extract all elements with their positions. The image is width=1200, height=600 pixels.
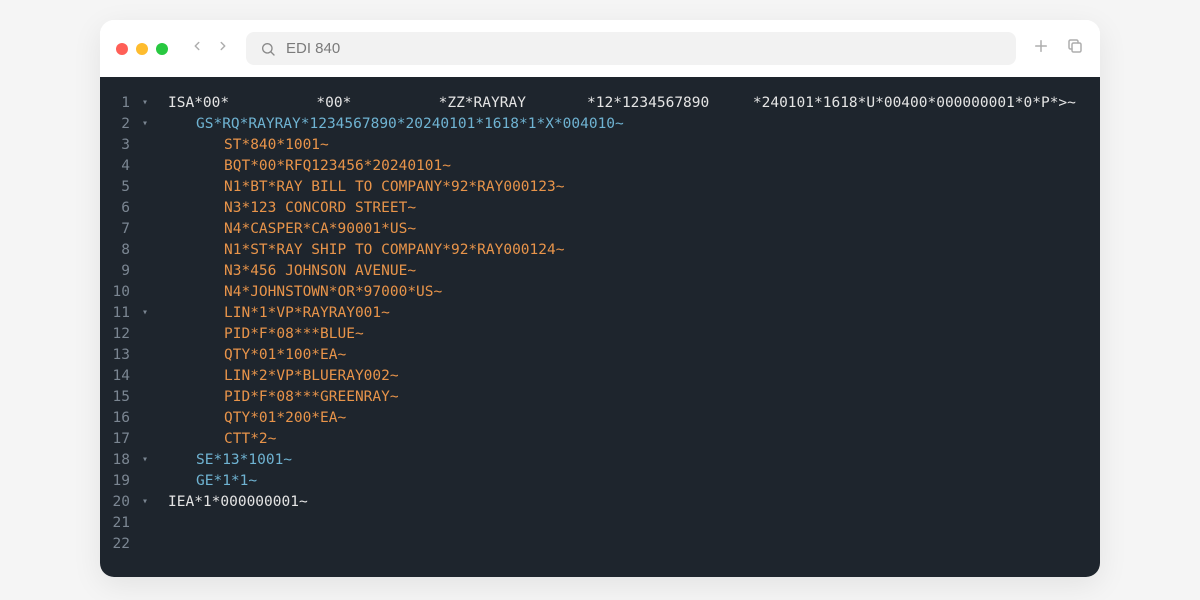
- copy-button[interactable]: [1066, 37, 1084, 60]
- code-text: GS*RQ*RAYRAY*1234567890*20240101*1618*1*…: [168, 114, 624, 135]
- line-number: 18: [100, 450, 140, 471]
- titlebar: [100, 20, 1100, 77]
- code-line: 6 N3*123 CONCORD STREET~: [100, 198, 1100, 219]
- code-line: 19 GE*1*1~: [100, 471, 1100, 492]
- code-text: LIN*1*VP*RAYRAY001~: [168, 303, 390, 324]
- nav-forward-button[interactable]: [216, 39, 230, 58]
- code-line: 7 N4*CASPER*CA*90001*US~: [100, 219, 1100, 240]
- code-line: 11 ▾ LIN*1*VP*RAYRAY001~: [100, 303, 1100, 324]
- line-number: 19: [100, 471, 140, 492]
- nav-back-button[interactable]: [190, 39, 204, 58]
- code-text: N3*456 JOHNSON AVENUE~: [168, 261, 416, 282]
- code-line: 21: [100, 513, 1100, 534]
- code-line: 15 PID*F*08***GREENRAY~: [100, 387, 1100, 408]
- line-number: 5: [100, 177, 140, 198]
- minimize-window-button[interactable]: [136, 43, 148, 55]
- code-text: CTT*2~: [168, 429, 276, 450]
- code-line: 4 BQT*00*RFQ123456*20240101~: [100, 156, 1100, 177]
- close-window-button[interactable]: [116, 43, 128, 55]
- maximize-window-button[interactable]: [156, 43, 168, 55]
- code-line: 17 CTT*2~: [100, 429, 1100, 450]
- code-text: PID*F*08***GREENRAY~: [168, 387, 399, 408]
- code-line: 22: [100, 534, 1100, 555]
- code-text: QTY*01*200*EA~: [168, 408, 346, 429]
- editor-window: 1 ▾ ISA*00* *00* *ZZ*RAYRAY *12*12345678…: [100, 20, 1100, 577]
- fold-toggle[interactable]: ▾: [142, 495, 148, 510]
- code-text: GE*1*1~: [168, 471, 257, 492]
- traffic-lights: [116, 43, 168, 55]
- line-number: 16: [100, 408, 140, 429]
- code-line: 16 QTY*01*200*EA~: [100, 408, 1100, 429]
- line-number: 21: [100, 513, 140, 534]
- fold-toggle[interactable]: ▾: [142, 117, 148, 132]
- code-line: 8 N1*ST*RAY SHIP TO COMPANY*92*RAY000124…: [100, 240, 1100, 261]
- line-number: 15: [100, 387, 140, 408]
- code-line: 2 ▾ GS*RQ*RAYRAY*1234567890*20240101*161…: [100, 114, 1100, 135]
- line-number: 10: [100, 282, 140, 303]
- line-number: 1: [100, 93, 140, 114]
- code-line: 1 ▾ ISA*00* *00* *ZZ*RAYRAY *12*12345678…: [100, 93, 1100, 114]
- code-text: N4*JOHNSTOWN*OR*97000*US~: [168, 282, 442, 303]
- line-number: 14: [100, 366, 140, 387]
- line-number: 17: [100, 429, 140, 450]
- fold-toggle[interactable]: ▾: [142, 306, 148, 321]
- code-text: BQT*00*RFQ123456*20240101~: [168, 156, 451, 177]
- chevron-left-icon: [190, 39, 204, 53]
- code-text: PID*F*08***BLUE~: [168, 324, 364, 345]
- code-text: N1*BT*RAY BILL TO COMPANY*92*RAY000123~: [168, 177, 564, 198]
- plus-icon: [1032, 37, 1050, 55]
- line-number: 13: [100, 345, 140, 366]
- titlebar-actions: [1032, 37, 1084, 60]
- code-text: ISA*00* *00* *ZZ*RAYRAY *12*1234567890 *…: [168, 93, 1076, 114]
- line-number: 3: [100, 135, 140, 156]
- code-line: 10 N4*JOHNSTOWN*OR*97000*US~: [100, 282, 1100, 303]
- new-tab-button[interactable]: [1032, 37, 1050, 60]
- code-text: N4*CASPER*CA*90001*US~: [168, 219, 416, 240]
- code-editor[interactable]: 1 ▾ ISA*00* *00* *ZZ*RAYRAY *12*12345678…: [100, 77, 1100, 577]
- code-line: 18 ▾ SE*13*1001~: [100, 450, 1100, 471]
- line-number: 11: [100, 303, 140, 324]
- code-line: 9 N3*456 JOHNSON AVENUE~: [100, 261, 1100, 282]
- code-text: N1*ST*RAY SHIP TO COMPANY*92*RAY000124~: [168, 240, 564, 261]
- line-number: 8: [100, 240, 140, 261]
- line-number: 2: [100, 114, 140, 135]
- fold-toggle[interactable]: ▾: [142, 453, 148, 468]
- line-number: 12: [100, 324, 140, 345]
- line-number: 22: [100, 534, 140, 555]
- code-text: SE*13*1001~: [168, 450, 292, 471]
- code-line: 20 ▾ IEA*1*000000001~: [100, 492, 1100, 513]
- copy-icon: [1066, 37, 1084, 55]
- code-line: 3 ST*840*1001~: [100, 135, 1100, 156]
- code-line: 12 PID*F*08***BLUE~: [100, 324, 1100, 345]
- search-icon: [260, 41, 276, 57]
- code-line: 13 QTY*01*100*EA~: [100, 345, 1100, 366]
- nav-arrows: [190, 39, 230, 58]
- code-line: 14 LIN*2*VP*BLUERAY002~: [100, 366, 1100, 387]
- line-number: 20: [100, 492, 140, 513]
- code-line: 5 N1*BT*RAY BILL TO COMPANY*92*RAY000123…: [100, 177, 1100, 198]
- line-number: 6: [100, 198, 140, 219]
- line-number: 7: [100, 219, 140, 240]
- code-text: ST*840*1001~: [168, 135, 329, 156]
- code-text: LIN*2*VP*BLUERAY002~: [168, 366, 399, 387]
- code-text: IEA*1*000000001~: [168, 492, 308, 513]
- search-bar: [246, 32, 1016, 65]
- code-text: N3*123 CONCORD STREET~: [168, 198, 416, 219]
- fold-toggle[interactable]: ▾: [142, 96, 148, 111]
- search-input[interactable]: [286, 40, 1002, 57]
- code-text: QTY*01*100*EA~: [168, 345, 346, 366]
- line-number: 4: [100, 156, 140, 177]
- chevron-right-icon: [216, 39, 230, 53]
- line-number: 9: [100, 261, 140, 282]
